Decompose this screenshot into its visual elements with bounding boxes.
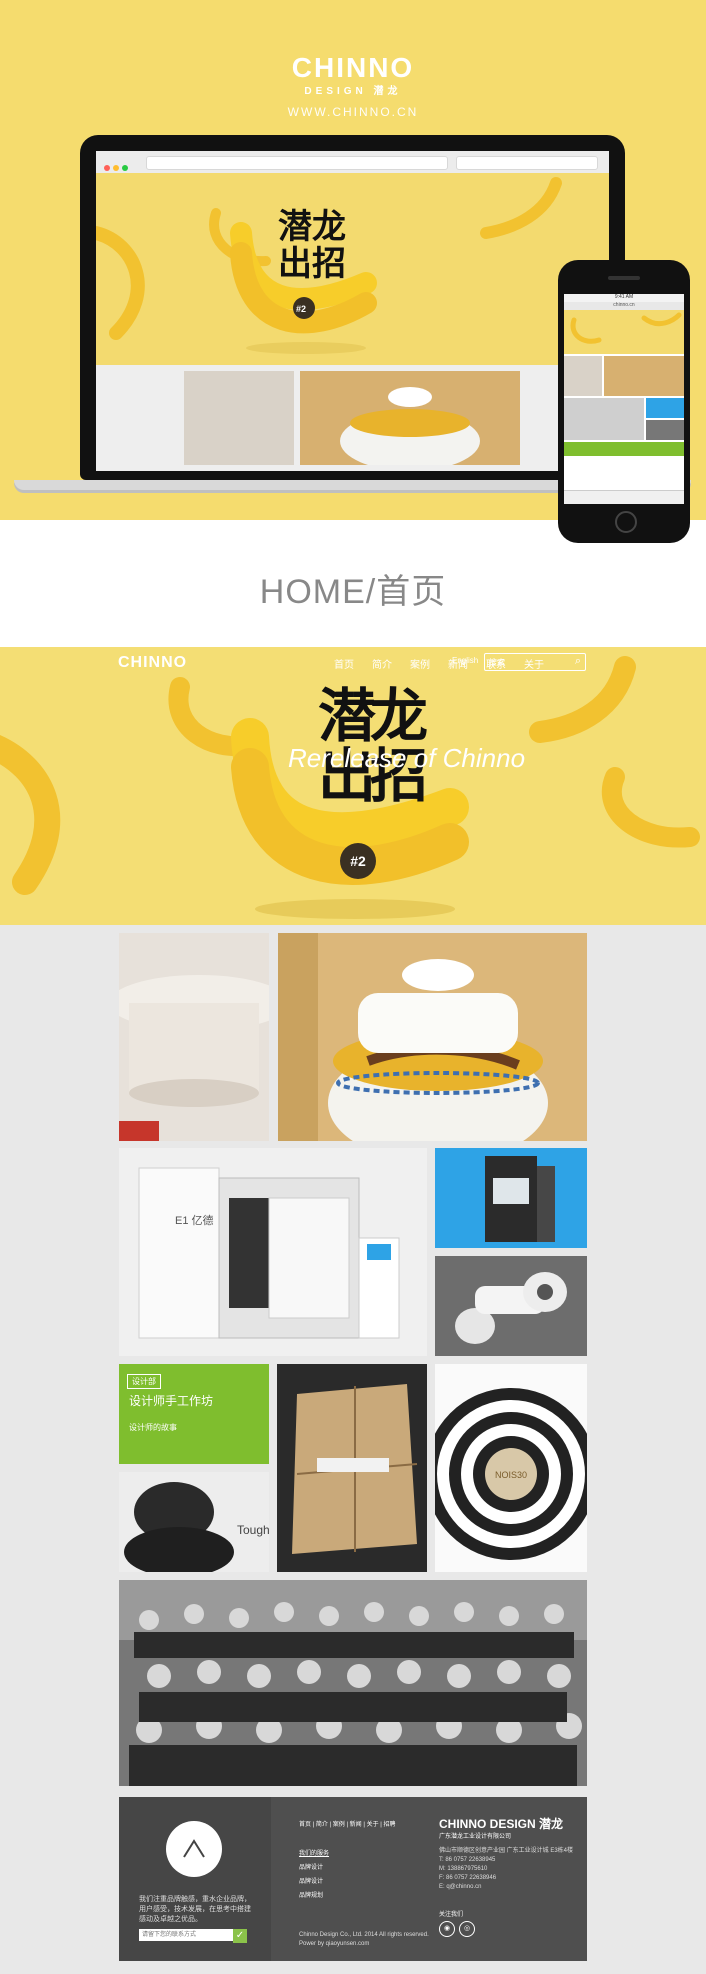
phone-tile-device — [646, 398, 684, 418]
phone-banner — [564, 310, 684, 354]
phone-address-bar[interactable]: chinno.cn — [564, 302, 684, 310]
tile-robot[interactable] — [435, 1256, 587, 1356]
svg-text:潜龙: 潜龙 — [278, 208, 346, 246]
minimize-dot-icon — [113, 165, 119, 171]
footer-copyright: Chinno Design Co., Ltd. 2014 All rights … — [299, 1931, 429, 1949]
footer-contact: 佛山市顺德区创意产业园 广东工业设计城 E3栋4楼 T: 86 0757 226… — [439, 1847, 573, 1892]
laptop-gallery — [96, 365, 609, 471]
contact-input[interactable] — [139, 1929, 237, 1941]
laptop-banner: 潜龙 出招 #2 — [96, 173, 609, 365]
tile-device[interactable] — [435, 1148, 587, 1248]
phone-tile-soup — [604, 356, 684, 396]
nav-item-about[interactable]: 简介 — [372, 656, 392, 671]
tile-soup[interactable] — [278, 933, 587, 1141]
phone-tile-machine — [564, 398, 644, 440]
hero-logo: CHINNO DESIGN 潜龙 WWW.CHINNO.CN — [0, 52, 706, 119]
browser-toolbar — [96, 151, 609, 174]
footer-nav-links[interactable]: 首页 | 简介 | 案例 | 新闻 | 关于 | 招聘 — [299, 1819, 395, 1828]
target-text: NOIS30 — [495, 1470, 527, 1480]
wechat-icon[interactable]: ◎ — [459, 1921, 475, 1937]
portfolio-page: CHINNO DESIGN 潜龙 WWW.CHINNO.CN 潜龙 出招 #2 … — [0, 0, 706, 1974]
brand-logo-sub: DESIGN 潜龙 — [304, 86, 402, 97]
machine-label: E1 亿德 — [175, 1213, 214, 1227]
svg-text:#2: #2 — [296, 304, 306, 314]
copyright-text: Chinno Design Co., Ltd. 2014 All rights … — [299, 1932, 429, 1938]
laptop-browser: 潜龙 出招 #2 — [96, 151, 609, 471]
fax-text: F: 86 0757 22638946 — [439, 1875, 497, 1881]
close-dot-icon — [104, 165, 110, 171]
home-button[interactable] — [615, 511, 637, 533]
address-text: 佛山市顺德区创意产业园 广东工业设计城 E3栋4楼 — [439, 1848, 574, 1854]
speaker-icon — [608, 276, 640, 280]
site-navbar: CHINNO 首页 简介 案例 新闻 联系 关于 English 搜索 ⌕ — [0, 647, 706, 677]
brand-logo: CHINNO DESIGN 潜龙 — [292, 52, 414, 97]
tile-package[interactable] — [277, 1364, 427, 1572]
powered-by-text: Power by qiaoyunsen.com — [299, 1941, 370, 1947]
language-switch[interactable]: English — [452, 656, 478, 665]
submit-check-button[interactable]: ✓ — [233, 1929, 247, 1943]
studio-title: 设计师手工作坊 — [129, 1394, 214, 1408]
footer-service-item[interactable]: 品牌规划 — [299, 1889, 329, 1903]
site-footer: 我们注重品牌触感，重水企业品牌，用户感受，技术发展，在思考中搭建感动及卓越之优品… — [119, 1797, 587, 1961]
nav-item-cases[interactable]: 案例 — [410, 656, 430, 671]
footer-follow-title: 关注我们 — [439, 1912, 464, 1918]
laptop-screen: 潜龙 出招 #2 — [80, 135, 625, 480]
footer-service-item[interactable]: 品牌设计 — [299, 1861, 329, 1875]
search-icon[interactable]: ⌕ — [575, 655, 581, 668]
browser-search-bar[interactable] — [456, 156, 598, 170]
tough-text: Tough — [237, 1523, 269, 1537]
brand-url: WWW.CHINNO.CN — [287, 105, 419, 119]
site-logo[interactable]: CHINNO — [118, 654, 187, 672]
search-placeholder: 搜索 — [489, 658, 505, 667]
tile-studio[interactable]: 设计部 设计师手工作坊 设计师的故事 — [119, 1364, 269, 1464]
svg-text:出招: 出招 — [278, 245, 346, 283]
phone-mockup: 9:41 AM chinno.cn — [558, 260, 690, 543]
section-title: HOME/首页 — [259, 573, 447, 611]
phone-screen: 9:41 AM chinno.cn — [564, 294, 684, 504]
studio-tag: 设计部 — [127, 1374, 161, 1389]
footer-service-title: 我们的服务 — [299, 1851, 330, 1857]
nav-item-home[interactable]: 首页 — [334, 656, 354, 671]
mobile-text: M: 138867975610 — [439, 1866, 488, 1872]
banner-pager[interactable] — [334, 917, 374, 925]
tel-text: T: 86 0757 22638945 — [439, 1857, 496, 1863]
tile-team-photo[interactable] — [119, 1580, 587, 1786]
phone-tile-robot — [646, 420, 684, 440]
brand-logo-text: CHINNO — [291, 52, 415, 83]
footer-logo-circle — [166, 1821, 222, 1877]
hero-section: CHINNO DESIGN 潜龙 WWW.CHINNO.CN 潜龙 出招 #2 … — [0, 0, 706, 543]
footer-service-item[interactable]: 品牌设计 — [299, 1875, 329, 1889]
site-search-input[interactable]: 搜索 ⌕ — [484, 653, 586, 671]
footer-brand: CHINNO DESIGN 潜龙 — [439, 1817, 564, 1831]
site-banner: CHINNO 首页 简介 案例 新闻 联系 关于 English 搜索 ⌕ 潜龙… — [0, 647, 706, 925]
phone-tile-pot — [564, 356, 602, 396]
footer-left-panel: 我们注重品牌触感，重水企业品牌，用户感受，技术发展，在思考中搭建感动及卓越之优品… — [119, 1797, 271, 1961]
phone-status-bar: 9:41 AM — [564, 294, 684, 302]
laptop-tile-soup — [300, 371, 520, 471]
tile-target[interactable]: NOIS30 — [435, 1364, 587, 1572]
email-text[interactable]: E: q@chinno.cn — [439, 1883, 573, 1892]
phone-toolbar[interactable] — [564, 442, 684, 456]
address-bar[interactable] — [146, 156, 448, 170]
footer-company: 广东潜龙工业设计有限公司 — [439, 1834, 512, 1840]
footer-description: 我们注重品牌触感，重水企业品牌，用户感受，技术发展，在思考中搭建感动及卓越之优品… — [139, 1896, 251, 1923]
tile-machine[interactable]: E1 亿德 — [119, 1148, 427, 1356]
phone-browser-toolbar[interactable] — [564, 490, 684, 504]
laptop-tile-pot — [184, 371, 294, 465]
banner-subtitle-en: Rerelease of Chinno — [288, 743, 526, 773]
tile-gorilla[interactable]: Tough — [119, 1472, 269, 1572]
maximize-dot-icon — [122, 165, 128, 171]
caret-up-icon — [183, 1839, 205, 1858]
laptop-banner-art: 潜龙 出招 #2 — [96, 177, 562, 354]
weibo-icon[interactable]: ◉ — [439, 1921, 455, 1937]
footer-service-list: 我们的服务 品牌设计 品牌设计 品牌规划 — [299, 1847, 329, 1903]
tile-pot[interactable] — [119, 933, 269, 1141]
studio-more-link[interactable]: 设计师的故事 — [129, 1422, 177, 1433]
banner-badge: #2 — [340, 843, 376, 879]
laptop-mockup: 潜龙 出招 #2 — [14, 135, 691, 490]
